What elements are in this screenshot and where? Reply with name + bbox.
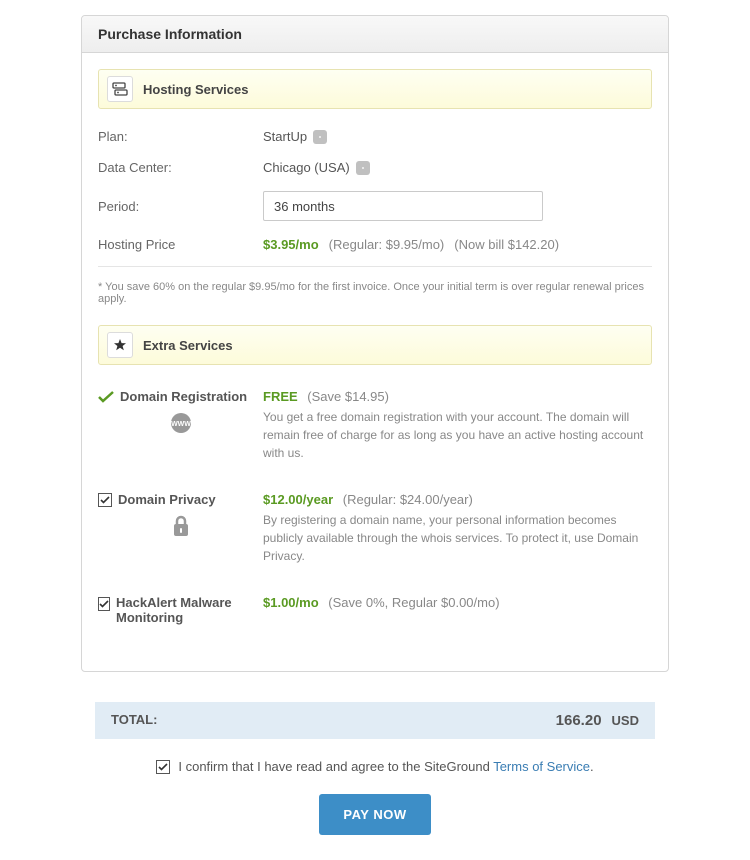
panel-title: Purchase Information [82,16,668,53]
malware-regular: (Save 0%, Regular $0.00/mo) [328,595,499,610]
malware-row: HackAlert Malware Monitoring $1.00/mo (S… [98,583,652,655]
domain-reg-price: FREE [263,389,298,404]
datacenter-value: Chicago (USA) [263,160,350,175]
plan-row: Plan: StartUp [98,121,652,152]
terms-link[interactable]: Terms of Service [493,759,590,774]
panel-body: Hosting Services Plan: StartUp Data Cent… [82,53,668,671]
hosting-footnote: * You save 60% on the regular $9.95/mo f… [98,267,652,325]
hosting-price-row: Hosting Price $3.95/mo (Regular: $9.95/m… [98,229,652,260]
total-label: TOTAL: [111,712,157,729]
svg-text:WWW: WWW [171,421,191,428]
period-select[interactable]: 36 months [263,191,543,221]
hosting-price-regular: (Regular: $9.95/mo) [329,237,445,252]
hosting-icon [107,76,133,102]
terms-checkbox[interactable] [156,760,170,774]
hosting-section-title: Hosting Services [143,82,249,97]
domain-privacy-title: Domain Privacy [118,492,216,507]
malware-checkbox[interactable] [98,597,110,611]
domain-reg-desc: You get a free domain registration with … [263,408,652,462]
malware-title: HackAlert Malware Monitoring [116,595,263,625]
domain-privacy-checkbox[interactable] [98,493,112,507]
confirm-text-after: . [590,759,594,774]
extras-section-header: Extra Services [98,325,652,365]
domain-privacy-regular: (Regular: $24.00/year) [343,492,473,507]
star-icon [107,332,133,358]
hosting-price-nowbill: (Now bill $142.20) [454,237,559,252]
hosting-price-value: $3.95/mo [263,237,319,252]
domain-reg-save: (Save $14.95) [307,389,389,404]
hosting-price-label: Hosting Price [98,237,263,252]
domain-privacy-desc: By registering a domain name, your perso… [263,511,652,565]
lock-icon [98,515,263,537]
pay-now-button[interactable]: PAY NOW [319,794,430,835]
extras-section-title: Extra Services [143,338,233,353]
purchase-panel: Purchase Information Hosting Services Pl… [81,15,669,672]
datacenter-label: Data Center: [98,160,263,175]
confirm-row: I confirm that I have read and agree to … [81,759,669,774]
hosting-section-header: Hosting Services [98,69,652,109]
domain-privacy-row: Domain Privacy $12.00/year (Regular: $24… [98,480,652,583]
datacenter-row: Data Center: Chicago (USA) [98,152,652,183]
total-amount: 166.20 [556,712,602,729]
confirm-text-before: I confirm that I have read and agree to … [178,759,493,774]
info-icon[interactable] [313,130,327,144]
total-currency: USD [612,713,639,728]
domain-privacy-price: $12.00/year [263,492,333,507]
period-label: Period: [98,199,263,214]
malware-price: $1.00/mo [263,595,319,610]
plan-label: Plan: [98,129,263,144]
domain-reg-title: Domain Registration [120,389,247,404]
period-row: Period: 36 months [98,183,652,229]
check-icon [98,391,114,403]
plan-value: StartUp [263,129,307,144]
domain-registration-row: Domain Registration WWW FREE (Save $14.9… [98,377,652,480]
info-icon[interactable] [356,161,370,175]
total-bar: TOTAL: 166.20 USD [95,702,655,739]
www-icon: WWW [98,412,263,434]
